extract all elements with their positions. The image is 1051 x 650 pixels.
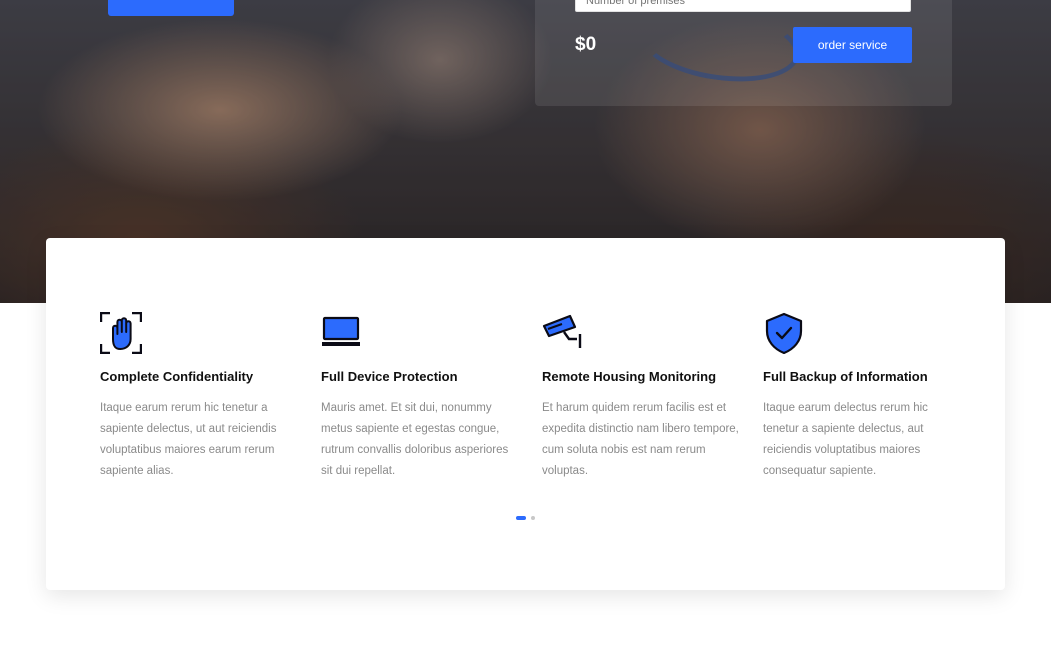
feature-title: Remote Housing Monitoring <box>542 369 717 384</box>
price-total: $0 <box>575 34 597 55</box>
feature-description: Mauris amet. Et sit dui, nonummy metus s… <box>321 402 509 477</box>
feature-description: Itaque earum rerum hic tenetur a sapient… <box>100 402 277 477</box>
feature-title: Complete Confidentiality <box>100 369 254 384</box>
shield-check-icon <box>765 312 803 354</box>
hero-cta-button[interactable] <box>108 0 234 16</box>
carousel-dot[interactable] <box>516 516 526 520</box>
features-card: Complete Confidentiality Itaque earum re… <box>46 238 1005 590</box>
feature-item: Complete Confidentiality Itaque earum re… <box>100 312 300 477</box>
feature-item: Full Backup of Information Itaque earum … <box>763 312 963 477</box>
feature-title: Full Backup of Information <box>763 369 928 384</box>
order-service-button[interactable]: order service <box>793 27 912 63</box>
order-panel: $0 order service <box>535 0 952 106</box>
premises-input[interactable] <box>575 0 911 12</box>
security-camera-icon <box>542 314 582 348</box>
feature-item: Remote Housing Monitoring Et harum quide… <box>542 312 742 477</box>
carousel-dot[interactable] <box>531 516 535 520</box>
laptop-icon <box>322 316 360 346</box>
feature-description: Itaque earum delectus rerum hic tenetur … <box>763 402 928 477</box>
hand-scan-icon <box>100 312 142 354</box>
feature-title: Full Device Protection <box>321 369 458 384</box>
feature-description: Et harum quidem rerum facilis est et exp… <box>542 402 739 477</box>
feature-item: Full Device Protection Mauris amet. Et s… <box>321 312 521 477</box>
